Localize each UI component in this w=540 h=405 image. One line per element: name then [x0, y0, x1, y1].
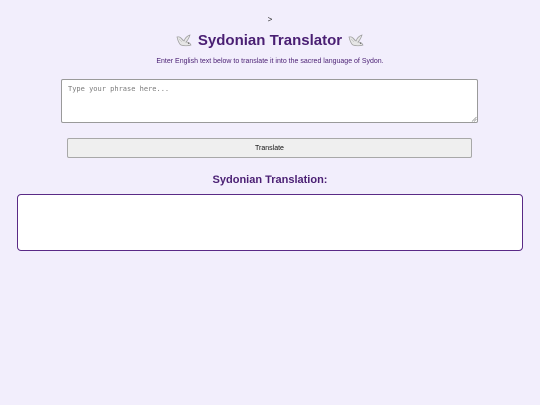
output-heading: Sydonian Translation:	[212, 174, 328, 186]
dove-icon	[176, 33, 192, 46]
translation-output	[17, 194, 523, 251]
page-title: Sydonian Translator	[197, 32, 343, 49]
dove-icon	[348, 33, 364, 46]
translate-button[interactable]: Translate	[67, 138, 472, 158]
header: Sydonian Translator	[0, 32, 540, 49]
phrase-input[interactable]	[61, 79, 478, 123]
translator-page: > Sydonian Translator Enter English text…	[0, 0, 540, 405]
stray-text: >	[267, 15, 273, 24]
page-subtitle: Enter English text below to translate it…	[156, 58, 384, 65]
resize-grip-icon[interactable]	[471, 116, 477, 122]
